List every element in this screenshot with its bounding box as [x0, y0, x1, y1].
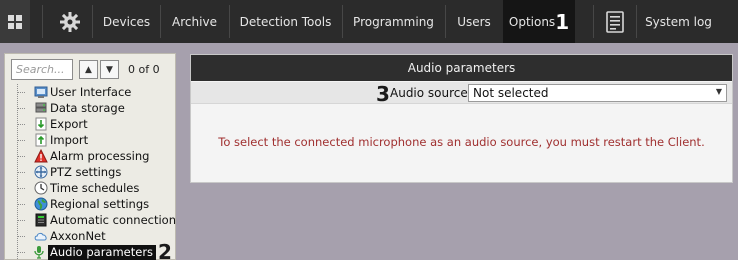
microphone-icon — [34, 246, 44, 259]
sidebar-item-label: Export — [50, 117, 88, 131]
sidebar-item-label: Import — [50, 133, 89, 147]
connection-icon — [35, 213, 47, 227]
log-icon[interactable] — [594, 0, 636, 43]
settings-tree: User Interface Data storage Export Impor… — [17, 84, 177, 260]
audio-parameters-panel: Audio parameters 3 Audio source Not sele… — [190, 54, 733, 183]
sidebar-item-ptz-settings[interactable]: PTZ settings — [17, 164, 177, 180]
sidebar-item-label: AxxonNet — [50, 229, 106, 243]
tab-archive[interactable]: Archive — [161, 0, 228, 43]
audio-source-value: Not selected — [473, 86, 549, 100]
sidebar-item-label: Audio parameters — [48, 245, 157, 260]
sidebar-item-time-schedules[interactable]: Time schedules — [17, 180, 177, 196]
sidebar-item-alarm-processing[interactable]: Alarm processing — [17, 148, 177, 164]
settings-sidebar: Search... ▲ ▼ 0 of 0 User Interface Data… — [4, 53, 176, 260]
grid-icon[interactable] — [0, 0, 30, 43]
ptz-icon — [34, 165, 48, 179]
sidebar-item-label: PTZ settings — [50, 165, 122, 179]
tab-detection-tools[interactable]: Detection Tools — [230, 0, 341, 43]
sidebar-item-automatic-connection[interactable]: Automatic connection — [17, 212, 177, 228]
restart-notice: To select the connected microphone as an… — [218, 135, 705, 149]
sidebar-item-import[interactable]: Import — [17, 132, 177, 148]
callout-marker-1: 1 — [555, 9, 570, 34]
chevron-down-icon: ▼ — [715, 87, 722, 96]
sidebar-item-label: Alarm processing — [50, 149, 150, 163]
sidebar-item-export[interactable]: Export — [17, 116, 177, 132]
audio-source-dropdown[interactable]: Not selected ▼ — [468, 84, 727, 102]
import-icon — [35, 133, 47, 147]
audio-source-row: 3 Audio source Not selected ▼ — [191, 82, 732, 104]
globe-icon — [34, 197, 48, 211]
tab-devices[interactable]: Devices — [93, 0, 160, 43]
clock-icon — [34, 181, 48, 195]
sidebar-item-label: Automatic connection — [50, 213, 176, 227]
system-log-button[interactable]: System log — [637, 0, 720, 43]
chevron-up-icon[interactable]: ▲ — [79, 60, 98, 79]
sidebar-item-axxonnet[interactable]: AxxonNet — [17, 228, 177, 244]
alarm-icon — [34, 149, 48, 163]
chevron-down-icon[interactable]: ▼ — [100, 60, 119, 79]
callout-marker-3: 3 — [376, 82, 390, 106]
sidebar-item-data-storage[interactable]: Data storage — [17, 100, 177, 116]
data-storage-icon — [35, 102, 47, 113]
divider — [42, 5, 43, 38]
sidebar-item-user-interface[interactable]: User Interface — [17, 84, 177, 100]
sidebar-item-label: Data storage — [50, 101, 125, 115]
sidebar-item-label: Time schedules — [50, 181, 140, 195]
tab-programming[interactable]: Programming — [343, 0, 444, 43]
search-counter: 0 of 0 — [128, 63, 160, 76]
tab-options-label: Options — [508, 14, 556, 29]
gear-icon[interactable] — [50, 0, 90, 43]
panel-title: Audio parameters — [191, 55, 732, 81]
export-icon — [35, 117, 47, 131]
audio-source-label: Audio source — [390, 86, 468, 100]
cloud-icon — [34, 232, 47, 241]
tab-users[interactable]: Users — [446, 0, 502, 43]
tab-options[interactable]: Options 1 — [503, 0, 575, 43]
sidebar-item-regional-settings[interactable]: Regional settings — [17, 196, 177, 212]
sidebar-item-label: User Interface — [50, 85, 132, 99]
search-input[interactable]: Search... — [11, 59, 73, 80]
sidebar-item-label: Regional settings — [50, 197, 150, 211]
sidebar-item-audio-parameters[interactable]: Audio parameters 2 — [17, 240, 177, 260]
top-navigation-bar: Devices Archive Detection Tools Programm… — [0, 0, 738, 43]
user-interface-icon — [34, 86, 48, 98]
callout-marker-2: 2 — [158, 240, 172, 260]
